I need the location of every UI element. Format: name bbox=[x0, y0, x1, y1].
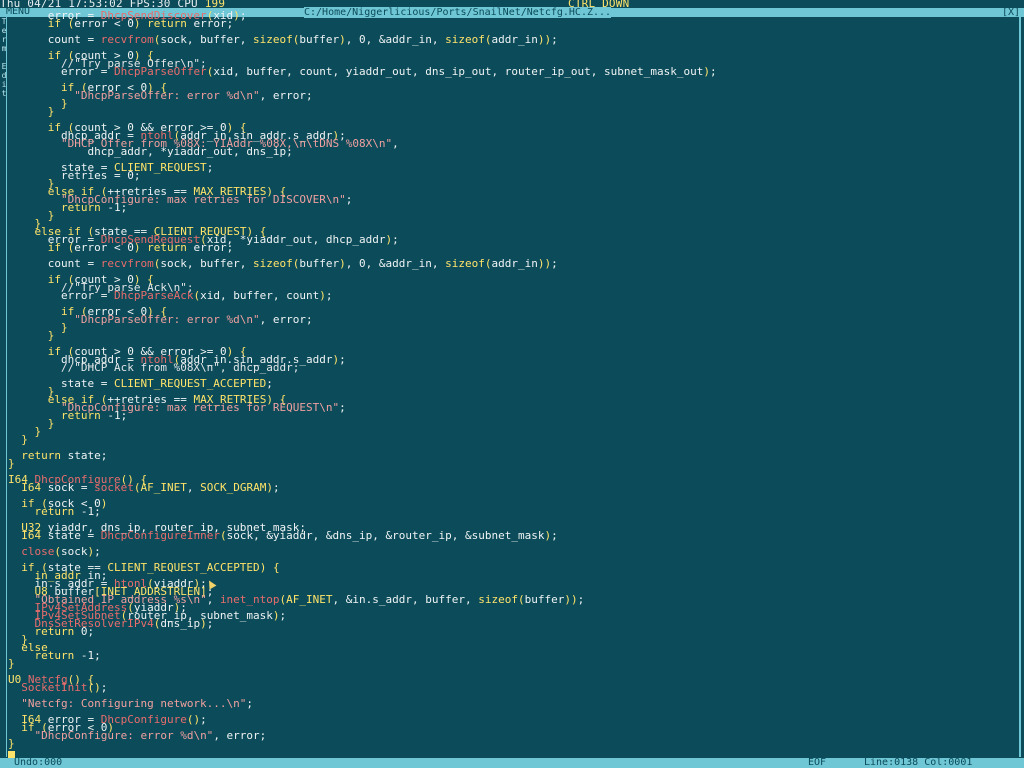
code-line[interactable]: I64 error = DhcpConfigure(); bbox=[8, 714, 1016, 725]
editor-status-bar: Undo:000 EOF Line:0138 Col:0001 bbox=[0, 757, 1024, 768]
code-line[interactable]: I64 sock = socket(AF_INET, SOCK_DGRAM); bbox=[8, 482, 1016, 493]
code-line[interactable] bbox=[8, 468, 1016, 476]
right-scrollbar[interactable] bbox=[1019, 17, 1021, 757]
code-line[interactable]: } bbox=[8, 634, 1016, 645]
code-line[interactable]: I64 state = DhcpConfigureInner(sock, &yi… bbox=[8, 530, 1016, 541]
code-line[interactable]: else bbox=[8, 642, 1016, 653]
code-line[interactable]: } bbox=[8, 426, 1016, 437]
code-line[interactable]: state = CLIENT_REQUEST_ACCEPTED; bbox=[8, 378, 1016, 389]
code-line[interactable]: } bbox=[8, 330, 1016, 341]
code-line[interactable]: return -1; bbox=[8, 650, 1016, 661]
code-line[interactable]: } bbox=[8, 418, 1016, 429]
code-line[interactable]: error = DhcpParseOffer(xid, buffer, coun… bbox=[8, 66, 1016, 77]
code-line[interactable]: if (error < 0) return error; bbox=[8, 242, 1016, 253]
code-line[interactable]: "DhcpParseOffer: error %d\n", error; bbox=[8, 314, 1016, 325]
code-line[interactable]: "DhcpConfigure: max retries for REQUEST\… bbox=[8, 402, 1016, 413]
code-line[interactable]: if (error < 0) return error; bbox=[8, 18, 1016, 29]
code-line[interactable]: "DhcpConfigure: error %d\n", error; bbox=[8, 730, 1016, 741]
code-line[interactable]: } bbox=[8, 106, 1016, 117]
code-line[interactable]: } bbox=[8, 658, 1016, 669]
undo-counter: Undo:000 bbox=[14, 757, 63, 768]
code-line[interactable]: "DhcpConfigure: max retries for DISCOVER… bbox=[8, 194, 1016, 205]
code-line[interactable]: "DhcpParseOffer: error %d\n", error; bbox=[8, 90, 1016, 101]
code-line[interactable] bbox=[8, 668, 1016, 676]
code-line[interactable]: dhcp_addr, *yiaddr_out, dns_ip; bbox=[8, 146, 1016, 157]
code-line[interactable]: //"DHCP Ack from %08X\n", dhcp_addr; bbox=[8, 362, 1016, 373]
code-line[interactable]: } bbox=[8, 434, 1016, 445]
code-line[interactable]: return -1; bbox=[8, 506, 1016, 517]
code-line[interactable]: SocketInit(); bbox=[8, 682, 1016, 693]
code-line[interactable]: if (state == CLIENT_REQUEST_ACCEPTED) { bbox=[8, 562, 1016, 573]
code-line[interactable]: count = recvfrom(sock, buffer, sizeof(bu… bbox=[8, 258, 1016, 269]
code-line[interactable]: } bbox=[8, 210, 1016, 221]
code-line[interactable]: } bbox=[8, 458, 1016, 469]
code-line[interactable]: U0 Netcfg() { bbox=[8, 674, 1016, 685]
code-line[interactable]: close(sock); bbox=[8, 546, 1016, 557]
code-line[interactable] bbox=[8, 444, 1016, 452]
code-line[interactable]: return state; bbox=[8, 450, 1016, 461]
line-col-readout: Line:0138 Col:0001 bbox=[864, 757, 973, 768]
code-editor[interactable]: error = DhcpSendDiscover(xid); if (error… bbox=[8, 10, 1016, 756]
code-line[interactable]: count = recvfrom(sock, buffer, sizeof(bu… bbox=[8, 34, 1016, 45]
code-line[interactable]: if (sock < 0) bbox=[8, 498, 1016, 509]
code-line[interactable]: "Netcfg: Configuring network...\n"; bbox=[8, 698, 1016, 709]
terminal-screen: Thu 04/21 17:53:02 FPS:30 CPU 199 CTRL D… bbox=[0, 0, 1024, 768]
left-border bbox=[6, 17, 7, 757]
code-line[interactable]: state = CLIENT_REQUEST; bbox=[8, 162, 1016, 173]
eof-indicator: EOF bbox=[808, 757, 827, 768]
code-line[interactable]: DnsSetResolverIPv4(dns_ip); bbox=[8, 618, 1016, 629]
code-line[interactable]: error = DhcpParseAck(xid, buffer, count)… bbox=[8, 290, 1016, 301]
